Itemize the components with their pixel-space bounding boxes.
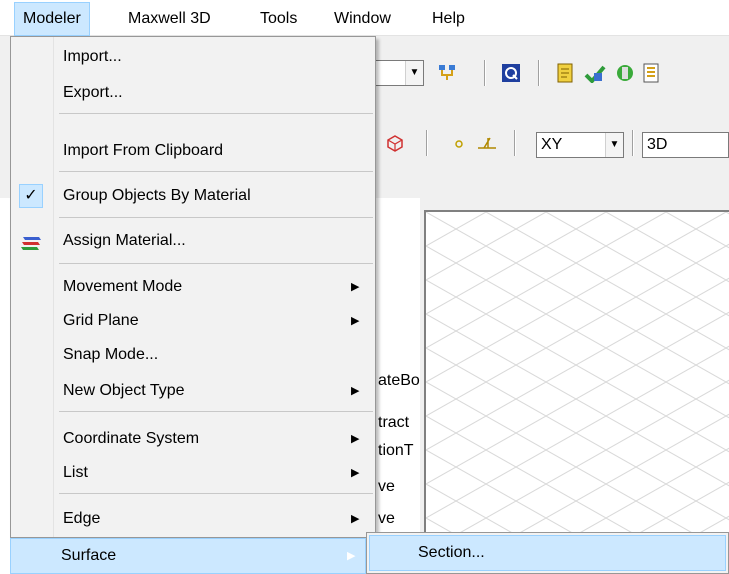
menu-item-label: List (63, 464, 88, 481)
toolbar-combo-partial[interactable]: ▼ (372, 60, 424, 86)
menu-item-snap-mode[interactable]: Snap Mode... (13, 337, 373, 373)
menu-item-label: Group Objects By Material (63, 187, 251, 204)
toolbar-separator (538, 60, 540, 86)
submenu-arrow-icon: ▶ (351, 281, 360, 293)
submenu-arrow-icon: ▶ (351, 513, 360, 525)
submenu-arrow-icon: ▶ (347, 550, 356, 562)
tree-item-fragment[interactable]: ve (378, 510, 395, 528)
view-mode-select[interactable]: 3D (642, 132, 729, 158)
toolbar-separator (514, 130, 516, 156)
menu-item-label: Snap Mode... (63, 346, 159, 363)
menu-maxwell-3d[interactable]: Maxwell 3D (120, 2, 219, 36)
tree-item-fragment[interactable]: ve (378, 478, 395, 496)
toolbar-separator (426, 130, 428, 156)
menu-separator (59, 113, 373, 114)
menu-item-label: Import... (63, 48, 122, 65)
box-icon[interactable] (384, 132, 406, 154)
toolbar-separator (484, 60, 486, 86)
menu-item-label: Grid Plane (63, 312, 139, 329)
menu-item-surface[interactable]: Surface ▶ (10, 538, 366, 574)
chevron-down-icon[interactable]: ▼ (605, 133, 623, 157)
menu-item-edge[interactable]: Edge ▶ (13, 501, 373, 537)
tree-item-fragment[interactable]: ateBo (378, 372, 420, 390)
menu-separator (59, 493, 373, 494)
menu-item-label: Edge (63, 510, 101, 527)
submenu-arrow-icon: ▶ (351, 315, 360, 327)
menu-item-label: Coordinate System (63, 430, 200, 447)
menu-item-section[interactable]: Section... (369, 535, 726, 571)
menu-item-assign-material[interactable]: Assign Material... (13, 223, 373, 259)
checkmark-icon: ✓ (19, 184, 43, 208)
menu-item-label: Section... (418, 544, 485, 561)
viewport-grid (426, 212, 729, 574)
submenu-arrow-icon: ▶ (351, 467, 360, 479)
menu-window[interactable]: Window (326, 2, 399, 36)
toolbar-separator (632, 130, 634, 156)
menu-modeler[interactable]: Modeler (14, 2, 90, 36)
menu-item-label: Surface (61, 547, 117, 564)
menu-separator (59, 217, 373, 218)
surface-submenu: Section... (366, 532, 729, 574)
tree-item-fragment[interactable]: tract (378, 414, 409, 432)
report-icon[interactable] (640, 62, 662, 84)
coordinate-axis-icon[interactable] (476, 132, 498, 154)
menu-item-label: Assign Material... (63, 232, 186, 249)
analyze-icon[interactable] (614, 62, 636, 84)
menu-item-label: Export... (63, 84, 123, 101)
menu-item-movement-mode[interactable]: Movement Mode ▶ (13, 269, 373, 305)
menu-separator (59, 263, 373, 264)
menu-item-export[interactable]: Export... (13, 75, 373, 111)
menu-item-label: Movement Mode (63, 278, 183, 295)
validate-icon[interactable] (584, 62, 606, 84)
submenu-arrow-icon: ▶ (351, 433, 360, 445)
menu-item-label: New Object Type (63, 382, 185, 399)
menu-item-new-object-type[interactable]: New Object Type ▶ (13, 373, 373, 409)
menu-item-label: Import From Clipboard (63, 142, 224, 159)
grid-plane-value: XY (541, 136, 563, 153)
menu-separator (59, 171, 373, 172)
view-mode-value: 3D (647, 136, 668, 153)
menu-item-grid-plane[interactable]: Grid Plane ▶ (13, 303, 373, 339)
notes-icon[interactable] (554, 62, 576, 84)
chevron-down-icon[interactable]: ▼ (405, 61, 423, 85)
modeler-dropdown-menu: Import... Export... Import From Clipboar… (10, 36, 376, 538)
tree-item-fragment[interactable]: tionT (378, 442, 414, 460)
submenu-arrow-icon: ▶ (351, 385, 360, 397)
menu-item-import[interactable]: Import... (13, 39, 373, 75)
menu-separator (59, 411, 373, 412)
material-stack-icon (19, 231, 43, 267)
menu-help[interactable]: Help (424, 2, 473, 36)
menu-item-group-objects-by-material[interactable]: ✓ Group Objects By Material (13, 178, 373, 214)
menu-item-import-from-clipboard[interactable]: Import From Clipboard (13, 133, 373, 169)
hierarchy-icon[interactable] (436, 62, 458, 84)
grid-plane-select[interactable]: XY ▼ (536, 132, 624, 158)
3d-viewport[interactable] (424, 210, 729, 574)
menu-item-coordinate-system[interactable]: Coordinate System ▶ (13, 421, 373, 457)
point-icon[interactable] (448, 132, 470, 154)
menu-bar: Modeler Maxwell 3D Tools Window Help (0, 0, 729, 36)
q-icon[interactable] (500, 62, 522, 84)
menu-tools[interactable]: Tools (252, 2, 305, 36)
menu-item-list[interactable]: List ▶ (13, 455, 373, 491)
